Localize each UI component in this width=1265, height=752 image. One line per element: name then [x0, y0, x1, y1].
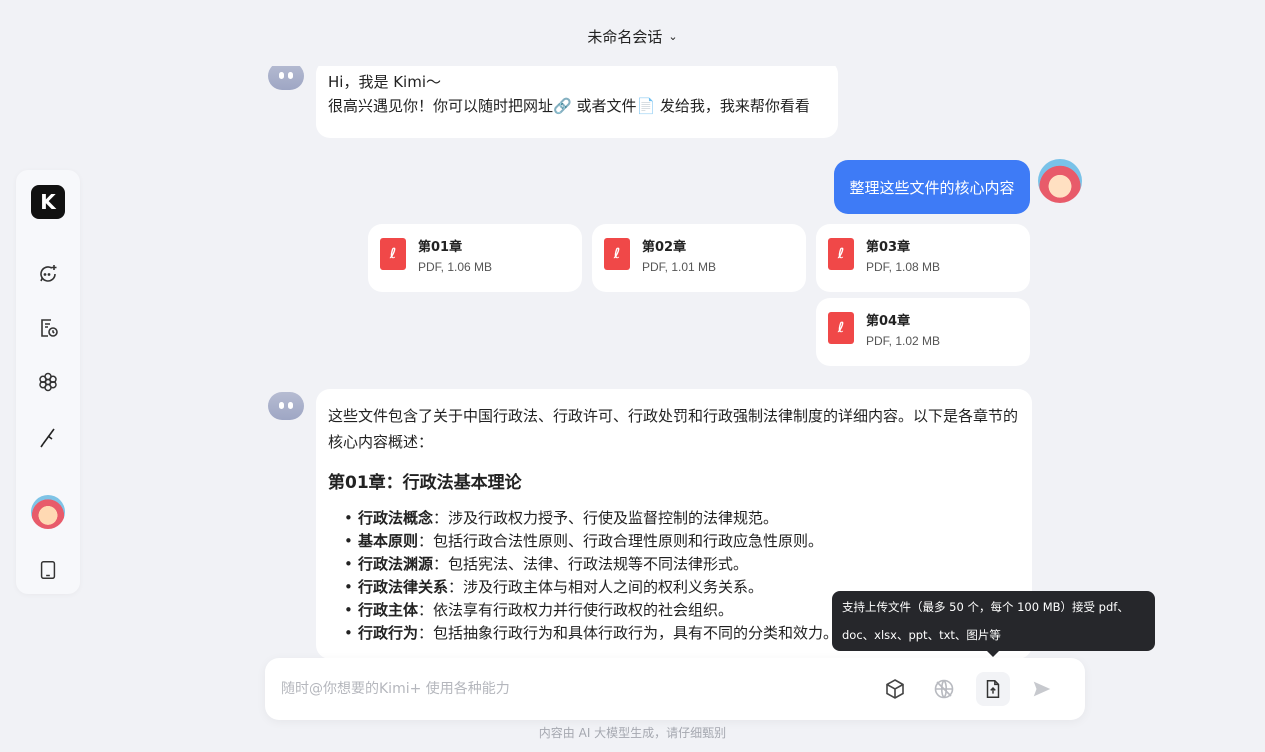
chat-input-bar [265, 658, 1085, 720]
web-search-off-icon[interactable] [927, 672, 961, 706]
top-bar: 未命名会话 ⌄ [0, 0, 1265, 66]
bot-avatar [268, 392, 304, 420]
pdf-icon: ℓ [828, 238, 854, 270]
file-card[interactable]: ℓ 第01章 PDF, 1.06 MB [368, 224, 582, 292]
disclaimer: 内容由 AI 大模型生成，请仔细甄别 [538, 726, 727, 740]
file-card[interactable]: ℓ 第03章 PDF, 1.08 MB [816, 224, 1030, 292]
answer-heading: 第01章：行政法基本理论 [328, 473, 522, 493]
pen-icon[interactable] [32, 422, 64, 454]
upload-file-icon[interactable] [976, 672, 1010, 706]
kimi-logo[interactable]: K [31, 185, 65, 219]
file-card[interactable]: ℓ 第04章 PDF, 1.02 MB [816, 298, 1030, 366]
file-card[interactable]: ℓ 第02章 PDF, 1.01 MB [592, 224, 806, 292]
user-message-avatar [1038, 159, 1082, 203]
history-icon[interactable] [32, 312, 64, 344]
conversation-title[interactable]: 未命名会话 ⌄ [0, 26, 1265, 47]
explore-icon[interactable] [32, 366, 64, 398]
greeting-line-2: 很高兴遇见你！你可以随时把网址🔗 或者文件📄 发给我，我来帮你看看 [328, 97, 810, 115]
chat-input[interactable] [281, 676, 841, 702]
chevron-down-icon: ⌄ [668, 30, 678, 43]
pdf-icon: ℓ [604, 238, 630, 270]
greeting-line-1: Hi，我是 Kimi～ [328, 73, 441, 91]
list-item: 行政法渊源：包括宪法、法律、行政法规等不同法律形式。 [328, 553, 1020, 576]
new-chat-icon[interactable] [32, 258, 64, 290]
pdf-icon: ℓ [380, 238, 406, 270]
answer-intro: 这些文件包含了关于中国行政法、行政许可、行政处罚和行政强制法律制度的详细内容。以… [328, 407, 1019, 451]
cube-icon[interactable] [878, 672, 912, 706]
sidebar: K [16, 170, 80, 594]
user-avatar[interactable] [31, 495, 65, 529]
upload-tooltip: 支持上传文件（最多 50 个，每个 100 MB）接受 pdf、 doc、xls… [832, 591, 1155, 657]
tablet-icon[interactable] [32, 554, 64, 586]
user-message: 整理这些文件的核心内容 [834, 160, 1030, 214]
pdf-icon: ℓ [828, 312, 854, 344]
list-item: 行政法概念：涉及行政权力授予、行使及监督控制的法律规范。 [328, 507, 1020, 530]
greeting-bubble: Hi，我是 Kimi～ 很高兴遇见你！你可以随时把网址🔗 或者文件📄 发给我，我… [316, 60, 838, 138]
list-item: 基本原则：包括行政合法性原则、行政合理性原则和行政应急性原则。 [328, 530, 1020, 553]
bot-avatar [268, 62, 304, 90]
send-icon[interactable] [1025, 672, 1059, 706]
